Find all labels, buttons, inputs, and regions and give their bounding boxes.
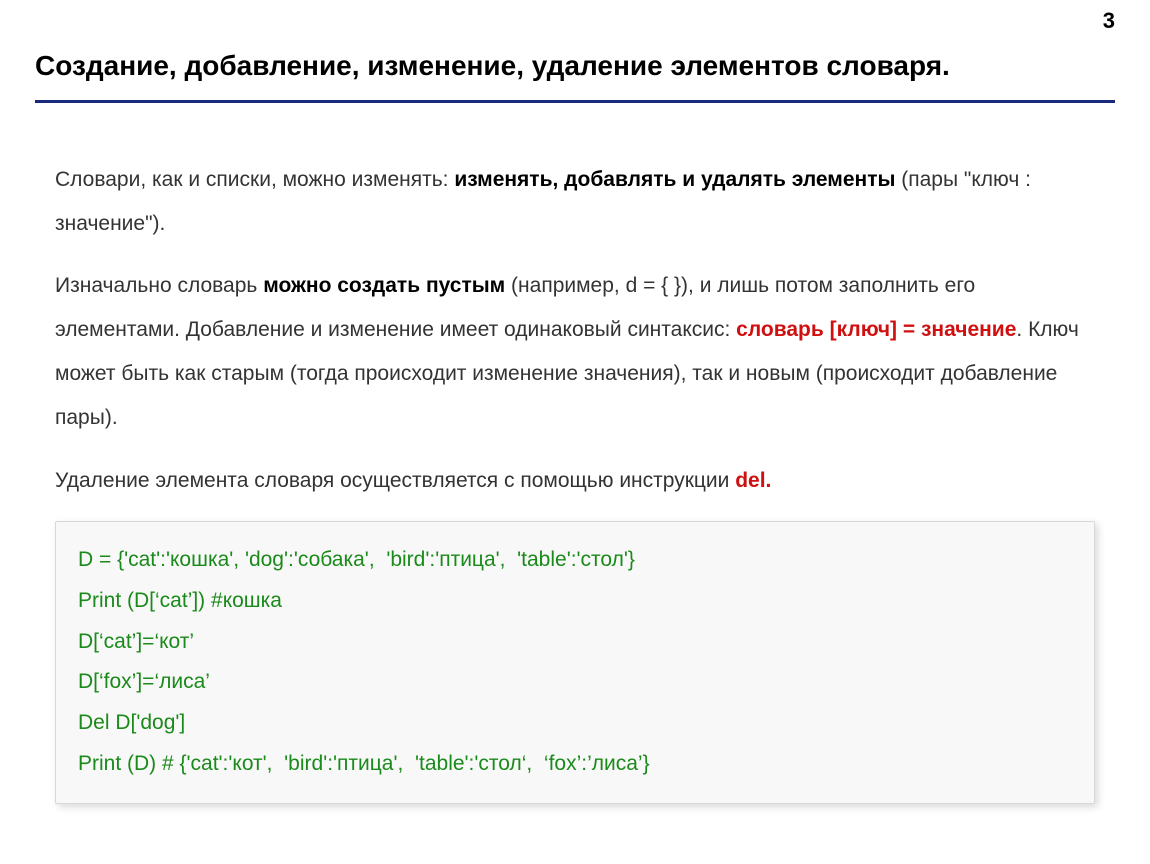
- title-rule: [35, 100, 1115, 103]
- paragraph-1: Словари, как и списки, можно изменять: и…: [55, 158, 1095, 246]
- p3-text-1: Удаление элемента словаря осуществляется…: [55, 469, 735, 492]
- code-line-6: Print (D) # {'cat':'кот', 'bird':'птица'…: [78, 744, 1072, 785]
- body-text: Словари, как и списки, можно изменять: и…: [55, 158, 1095, 503]
- p2-text-1: Изначально словарь: [55, 274, 263, 297]
- slide-title: Создание, добавление, изменение, удалени…: [35, 50, 1115, 82]
- p1-bold: изменять, добавлять и удалять элементы: [454, 168, 895, 191]
- p2-bold-1: можно создать пустым: [263, 274, 505, 297]
- p1-text-1: Словари, как и списки, можно изменять:: [55, 168, 454, 191]
- code-block: D = {'cat':'кошка', 'dog':'собака', 'bir…: [55, 521, 1095, 805]
- paragraph-3: Удаление элемента словаря осуществляется…: [55, 459, 1095, 503]
- paragraph-2: Изначально словарь можно создать пустым …: [55, 264, 1095, 440]
- code-line-4: D[‘fox’]=‘лиса’: [78, 662, 1072, 703]
- p3-red: del.: [735, 469, 771, 492]
- code-line-1: D = {'cat':'кошка', 'dog':'собака', 'bir…: [78, 540, 1072, 581]
- code-line-3: D[‘cat’]=‘кот’: [78, 622, 1072, 663]
- p2-red: словарь [ключ] = значение: [736, 318, 1016, 341]
- code-line-5: Del D['dog']: [78, 703, 1072, 744]
- code-line-2: Print (D[‘cat’]) #кошка: [78, 581, 1072, 622]
- page-number: 3: [1103, 8, 1115, 34]
